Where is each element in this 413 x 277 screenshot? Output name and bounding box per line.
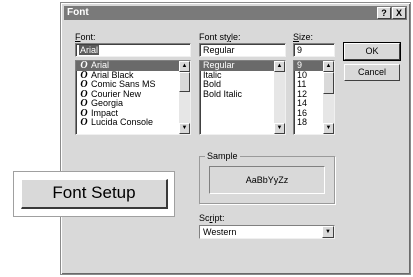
size-list-item-label: 14 <box>297 98 308 108</box>
size-list-scroll-up-icon[interactable]: ▲ <box>323 61 334 72</box>
font-name-value: Arial <box>79 45 100 55</box>
dialog-title: Font <box>67 7 89 18</box>
font-dialog: Font ? X Font: Arial O Arial O Arial Black O… <box>60 2 411 275</box>
font-list-item-label: Impact <box>91 107 119 118</box>
style-list-item-label: Bold <box>203 79 222 89</box>
font-list-item-label: Courier New <box>91 88 142 99</box>
style-list-scrollbar[interactable]: ▲ ▼ <box>274 61 285 134</box>
size-listbox[interactable]: 9 10 11 12 14 16 18 ▲ ▼ <box>293 60 335 135</box>
font-list-scroll-down-icon[interactable]: ▼ <box>179 123 190 134</box>
font-list-item-label: Comic Sans MS <box>91 79 156 89</box>
font-style-input[interactable]: Regular <box>199 43 286 57</box>
size-list-item-label: 9 <box>297 60 303 70</box>
font-list-item-label: Lucida Console <box>91 117 154 127</box>
font-list-item[interactable]: O Lucida Console <box>76 117 190 128</box>
size-list-scroll-thumb[interactable] <box>323 72 334 94</box>
size-label: Size: <box>293 32 314 42</box>
size-input[interactable]: 9 <box>293 43 335 57</box>
font-label: Font: <box>75 32 96 42</box>
style-list-item-label: Bold Italic <box>203 88 243 99</box>
style-list-item-label: Regular <box>203 60 235 70</box>
script-dropdown[interactable]: Western ▼ <box>199 225 335 239</box>
style-list-scroll-down-icon[interactable]: ▼ <box>274 123 285 134</box>
font-style-listbox[interactable]: Regular Italic Bold Bold Italic ▲ ▼ <box>199 60 286 135</box>
callout-frame: Font Setup <box>13 171 175 217</box>
sample-label: Sample <box>205 151 240 162</box>
size-list-item-label: 16 <box>297 107 308 118</box>
sample-groupbox: Sample AaBbYyZz <box>199 151 335 204</box>
size-list-scroll-down-icon[interactable]: ▼ <box>323 123 334 134</box>
truetype-font-icon: O <box>80 117 88 128</box>
size-list-scrollbar[interactable]: ▲ ▼ <box>323 61 334 134</box>
font-list-scrollbar[interactable]: ▲ ▼ <box>179 61 190 134</box>
chevron-down-icon[interactable]: ▼ <box>322 226 334 238</box>
style-list-item[interactable]: Bold Italic <box>200 88 285 100</box>
font-list-scroll-up-icon[interactable]: ▲ <box>179 61 190 72</box>
size-list-item-label: 18 <box>297 117 308 127</box>
help-button[interactable]: ? <box>377 7 391 19</box>
title-bar[interactable]: Font ? X <box>64 6 407 20</box>
size-list-item-label: 11 <box>297 79 307 89</box>
script-value: Western <box>203 227 237 237</box>
font-listbox[interactable]: O Arial O Arial Black O Comic Sans MS O Courier… <box>75 60 191 135</box>
close-button[interactable]: X <box>392 7 406 19</box>
sample-preview: AaBbYyZz <box>209 166 325 194</box>
script-label: Script: <box>199 213 225 223</box>
font-name-input[interactable]: Arial <box>75 43 191 57</box>
style-list-item-label: Italic <box>203 69 222 80</box>
size-list-item-label: 10 <box>297 69 308 80</box>
ok-button[interactable]: OK <box>343 42 401 61</box>
cancel-button[interactable]: Cancel <box>344 64 400 81</box>
font-list-item-label: Arial Black <box>91 69 134 80</box>
style-list-scroll-up-icon[interactable]: ▲ <box>274 61 285 72</box>
font-style-label: Font style: <box>199 32 241 42</box>
font-setup-button[interactable]: Font Setup <box>21 179 168 209</box>
font-list-item-label: Arial <box>91 60 110 70</box>
size-list-item-label: 12 <box>297 88 308 99</box>
font-list-scroll-thumb[interactable] <box>179 72 190 92</box>
font-list-item-label: Georgia <box>91 98 124 108</box>
